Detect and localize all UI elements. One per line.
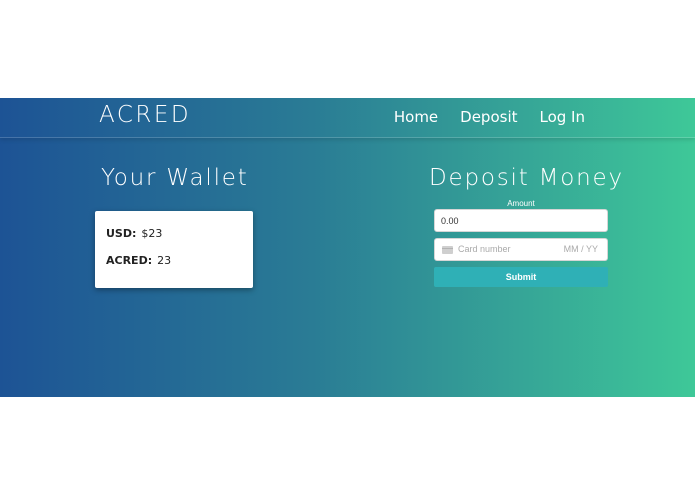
deposit-title: Deposit Money <box>429 165 624 191</box>
wallet-card: USD: $23 ACRED: 23 <box>95 211 253 288</box>
amount-label: Amount <box>507 199 535 208</box>
card-expiry-placeholder[interactable]: MM / YY <box>564 244 598 254</box>
nav-login-link[interactable]: Log In <box>540 108 586 126</box>
credit-card-icon <box>442 246 453 254</box>
usd-value: $23 <box>141 227 163 240</box>
amount-input[interactable] <box>434 209 608 232</box>
nav-home-link[interactable]: Home <box>394 108 438 126</box>
card-input[interactable]: Card number MM / YY <box>434 238 608 261</box>
usd-label: USD: <box>106 227 137 240</box>
app-background: ACRED Home Deposit Log In Your Wallet US… <box>0 98 695 397</box>
nav-deposit-link[interactable]: Deposit <box>460 108 517 126</box>
card-number-placeholder[interactable]: Card number <box>458 244 511 254</box>
wallet-usd-row: USD: $23 <box>106 227 162 240</box>
navbar: ACRED Home Deposit Log In <box>0 98 695 138</box>
wallet-acred-row: ACRED: 23 <box>106 254 171 267</box>
acred-label: ACRED: <box>106 254 153 267</box>
acred-value: 23 <box>157 254 172 267</box>
submit-button[interactable]: Submit <box>434 267 608 287</box>
brand-logo[interactable]: ACRED <box>99 102 191 128</box>
nav-links: Home Deposit Log In <box>394 108 585 126</box>
wallet-title: Your Wallet <box>101 165 249 191</box>
